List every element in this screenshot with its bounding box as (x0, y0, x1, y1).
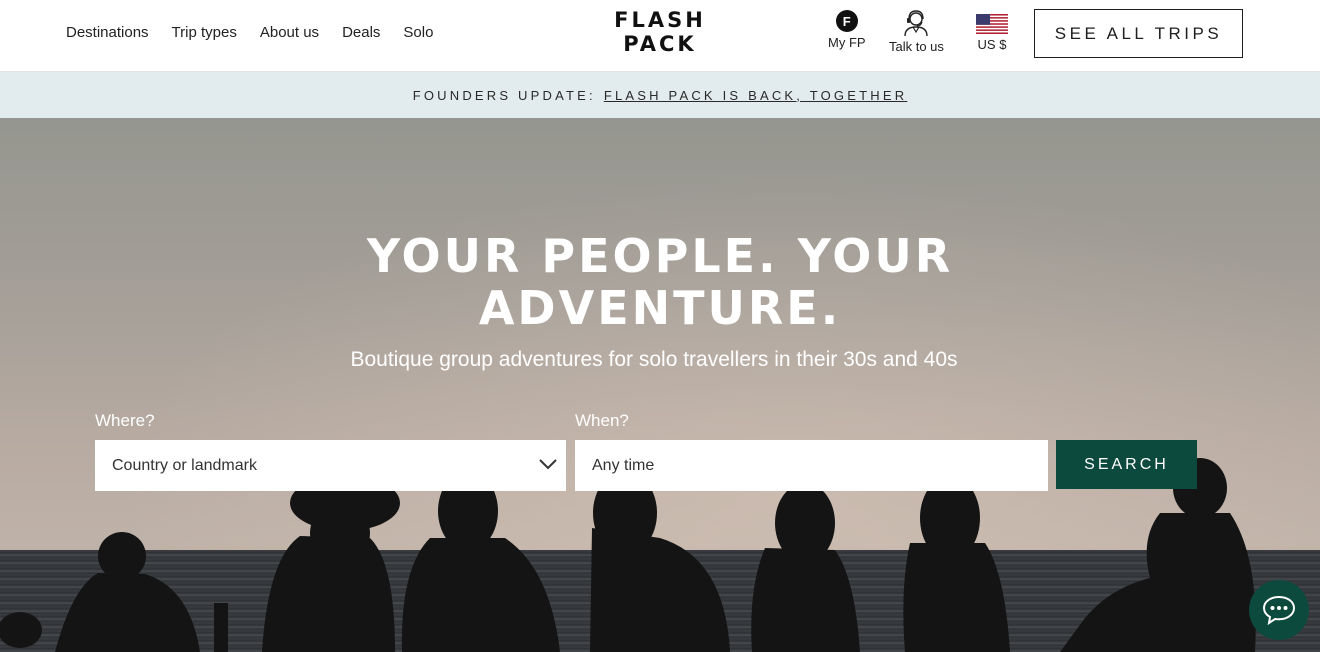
currency-selector[interactable]: US $ (976, 10, 1008, 52)
see-all-trips-button[interactable]: SEE ALL TRIPS (1034, 9, 1243, 58)
hero-silhouettes (0, 458, 1256, 652)
founders-update-banner: FOUNDERS UPDATE: FLASH PACK IS BACK, TOG… (0, 72, 1320, 118)
chat-button[interactable] (1249, 580, 1309, 640)
hero-subline: Boutique group adventures for solo trave… (350, 348, 958, 371)
logo-line-1: FLASH (614, 8, 706, 32)
nav-solo[interactable]: Solo (403, 24, 433, 41)
my-fp-link[interactable]: F My FP (828, 10, 866, 50)
nav-destinations[interactable]: Destinations (66, 24, 149, 41)
talk-to-us-link[interactable]: Talk to us (889, 10, 944, 54)
headline-line-2: ADVENTURE. (478, 281, 842, 335)
nav-trip-types[interactable]: Trip types (172, 24, 237, 41)
banner-link[interactable]: FLASH PACK IS BACK, TOGETHER (604, 88, 907, 103)
talk-to-us-label: Talk to us (889, 39, 944, 54)
nav-about-us[interactable]: About us (260, 24, 319, 41)
currency-label: US $ (977, 37, 1007, 52)
hero-section: YOUR PEOPLE. YOUR ADVENTURE. Boutique gr… (0, 118, 1320, 652)
search-button[interactable]: SEARCH (1056, 440, 1197, 489)
when-value: Any time (592, 456, 655, 474)
agent-icon (904, 10, 929, 36)
main-nav: Destinations Trip types About us Deals S… (66, 24, 433, 41)
where-label: Where? (95, 411, 155, 430)
chat-bubble-icon (1262, 595, 1296, 626)
when-input[interactable]: Any time (575, 440, 1048, 491)
fp-circle-icon: F (835, 10, 858, 32)
flash-pack-logo[interactable]: FLASH PACK (560, 8, 760, 56)
site-header: Destinations Trip types About us Deals S… (0, 0, 1320, 72)
chevron-down-icon (539, 459, 557, 470)
us-flag-icon (976, 14, 1008, 34)
banner-prefix: FOUNDERS UPDATE: (412, 87, 596, 103)
headline-line-1: YOUR PEOPLE. YOUR (366, 229, 954, 283)
where-value: Country or landmark (112, 456, 257, 474)
hero-headline: YOUR PEOPLE. YOUR ADVENTURE. (260, 230, 1060, 334)
logo-line-2: PACK (623, 32, 697, 56)
where-select[interactable]: Country or landmark (95, 440, 566, 491)
my-fp-label: My FP (828, 35, 866, 50)
when-label: When? (575, 411, 629, 430)
nav-deals[interactable]: Deals (342, 24, 380, 41)
